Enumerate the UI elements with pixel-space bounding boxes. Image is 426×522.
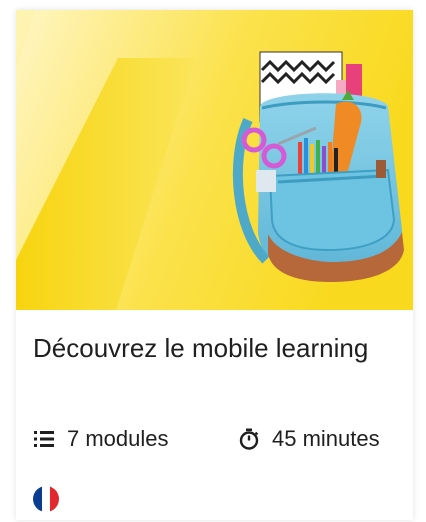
stopwatch-icon bbox=[238, 428, 260, 450]
course-card[interactable]: Découvrez le mobile learning 7 modules 4… bbox=[16, 10, 413, 520]
course-hero-image bbox=[16, 10, 413, 310]
course-duration: 45 minutes bbox=[238, 426, 380, 452]
french-flag-icon bbox=[33, 486, 59, 512]
modules-label: 7 modules bbox=[67, 426, 169, 451]
list-icon bbox=[33, 428, 55, 450]
course-title[interactable]: Découvrez le mobile learning bbox=[33, 333, 368, 364]
duration-label: 45 minutes bbox=[272, 426, 380, 451]
modules-count: 7 modules bbox=[33, 426, 169, 452]
